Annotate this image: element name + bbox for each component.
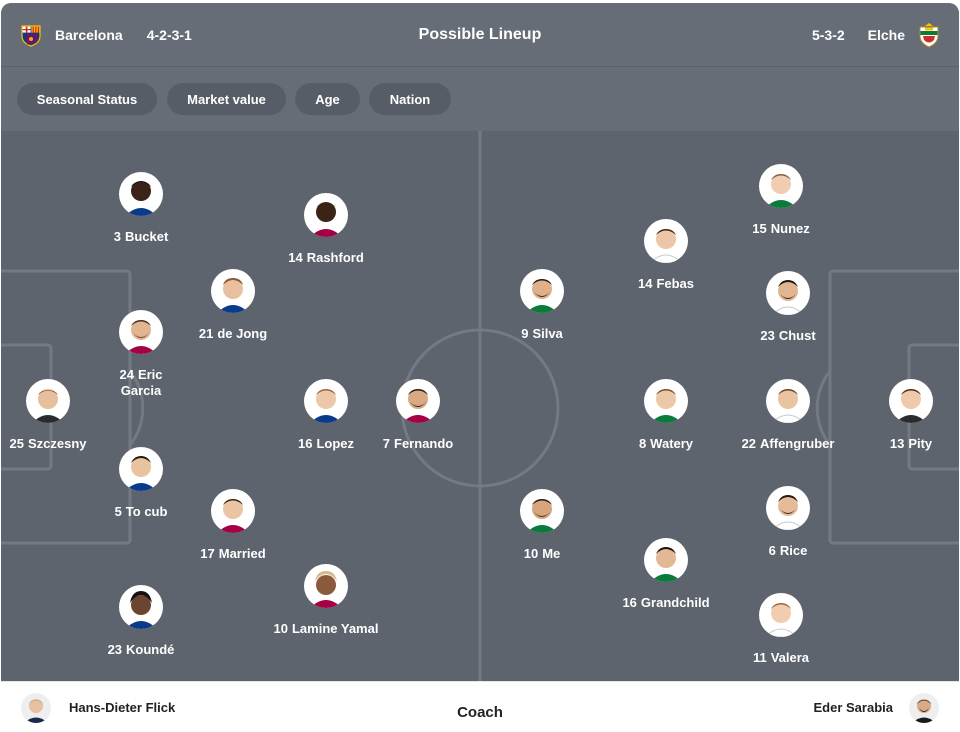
player-number: 5 [114,504,122,519]
player-name: de Jong [217,326,268,341]
player-photo [520,269,564,313]
player-number: 17 [200,546,215,561]
player-number: 10 [273,621,288,636]
player-away-chust[interactable]: 23 Chust [718,271,858,344]
player-home-bucket[interactable]: 3 Bucket [71,172,211,245]
away-team-name: Elche [867,27,905,43]
player-name: To cub [125,504,168,519]
player-photo [396,379,440,423]
lineup-card: Barcelona 4-2-3-1 Possible Lineup 5-3-2 … [1,3,959,732]
player-away-febas[interactable]: 14 Febas [596,219,736,292]
elche-crest-icon [916,22,942,48]
coach-photo [909,692,939,723]
player-name: Silva [532,326,563,341]
player-home-rashford[interactable]: 14 Rashford [256,193,396,266]
player-away-silva[interactable]: 9 Silva [472,269,612,342]
player-home-kounde[interactable]: 23 Koundé [71,585,211,658]
player-number: 14 [288,250,303,265]
lineup-header: Barcelona 4-2-3-1 Possible Lineup 5-3-2 … [1,3,959,67]
away-formation: 5-3-2 [811,27,845,43]
player-number: 7 [382,436,390,451]
player-photo [119,585,163,629]
player-photo [759,164,803,208]
player-photo [644,538,688,582]
player-number: 25 [9,436,24,451]
player-photo [119,172,163,216]
away-team[interactable]: 5-3-2 Elche [812,3,942,67]
player-name: Nunez [770,221,810,236]
player-number: 23 [760,328,775,343]
player-name: Koundé [126,642,175,657]
player-photo [304,564,348,608]
player-name: Lamine Yamal [291,621,379,636]
player-away-rice[interactable]: 6 Rice [718,486,858,559]
player-name: Married [218,546,266,561]
player-number: 22 [741,436,757,451]
player-photo [766,379,810,423]
filter-chip-age[interactable]: Age [295,83,360,115]
player-away-me[interactable]: 10 Me [472,489,612,562]
player-photo [889,379,933,423]
filter-chip-seasonal-status[interactable]: Seasonal Status [17,83,157,115]
player-home-szczesny[interactable]: 25 Szczesny [1,379,118,452]
player-photo [119,447,163,491]
player-name: Watery [650,436,694,451]
player-photo [759,593,803,637]
player-number: 13 [889,436,905,451]
player-photo [644,379,688,423]
filter-chip-market-value[interactable]: Market value [167,83,286,115]
player-photo [304,379,348,423]
player-photo [26,379,70,423]
player-name: Valera [770,650,810,665]
player-name: Febas [656,276,695,291]
player-number: 16 [622,595,637,610]
player-name: Me [542,546,561,561]
player-photo [304,193,348,237]
player-number: 14 [637,276,653,291]
player-away-pity[interactable]: 13 Pity [841,379,959,452]
player-photo [644,219,688,263]
filter-bar: Seasonal Status Market value Age Nation [1,67,959,131]
away-coach[interactable]: Eder Sarabia [813,682,939,732]
player-number: 23 [107,642,123,657]
player-away-valera[interactable]: 11 Valera [711,593,851,666]
player-home-married[interactable]: 17 Married [163,489,303,562]
player-away-affengruber[interactable]: 22 Affengruber [718,379,858,452]
player-number: 10 [523,546,539,561]
player-name: Fernando [394,436,454,451]
player-photo [211,269,255,313]
player-number: 3 [113,229,121,244]
player-photo [119,310,163,354]
player-name: Chust [778,328,816,343]
player-photo [766,486,810,530]
player-photo [211,489,255,533]
player-number: 9 [521,326,529,341]
player-number: 24 [119,367,134,382]
player-home-fernando[interactable]: 7 Fernando [348,379,488,452]
player-number: 15 [752,221,767,236]
away-coach-name: Eder Sarabia [813,700,894,715]
player-name: Affengruber [760,436,835,451]
coach-bar: Hans-Dieter Flick Coach Eder Sarabia [1,681,959,732]
player-name: Pity [908,436,933,451]
player-away-watery[interactable]: 8 Watery [596,379,736,452]
player-name: Rice [779,543,808,558]
player-name: Rashford [306,250,364,265]
player-name: Bucket [124,229,169,244]
filter-chip-nation[interactable]: Nation [369,83,451,115]
pitch: 3 Bucket 14 Rashford 21 de Jong 24 Eric Garc… [1,131,959,681]
player-number: 6 [768,543,776,558]
player-name: Grandchild [640,595,710,610]
player-home-lamine-yamal[interactable]: 10 Lamine Yamal [256,564,396,637]
player-photo [766,271,810,315]
player-number: 8 [638,436,647,451]
player-number: 11 [752,650,767,665]
player-photo [520,489,564,533]
player-number: 16 [297,436,313,451]
